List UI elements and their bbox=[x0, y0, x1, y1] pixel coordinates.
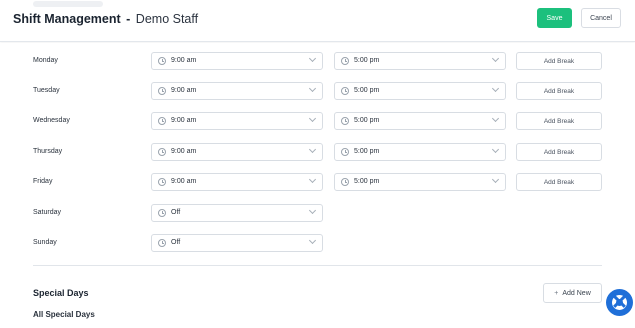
schedule-row-saturday: Saturday Off bbox=[0, 204, 635, 224]
start-time-select[interactable]: 9:00 am bbox=[151, 173, 323, 191]
start-time-value: 9:00 am bbox=[171, 117, 197, 124]
schedule-row-friday: Friday 9:00 am 5:00 pm Add Break bbox=[0, 173, 635, 193]
start-time-select[interactable]: 9:00 am bbox=[151, 143, 323, 161]
start-time-select[interactable]: 9:00 am bbox=[151, 52, 323, 70]
start-time-value: Off bbox=[171, 209, 181, 216]
day-label: Friday bbox=[33, 178, 53, 185]
start-time-select[interactable]: 9:00 am bbox=[151, 112, 323, 130]
schedule-row-wednesday: Wednesday 9:00 am 5:00 pm Add Break bbox=[0, 112, 635, 132]
end-time-value: 5:00 pm bbox=[354, 87, 380, 94]
schedule-row-sunday: Sunday Off bbox=[0, 234, 635, 254]
end-time-select[interactable]: 5:00 pm bbox=[334, 82, 506, 100]
plus-icon: + bbox=[554, 289, 559, 297]
end-time-value: 5:00 pm bbox=[354, 178, 380, 185]
chevron-down-icon bbox=[308, 84, 317, 93]
chevron-down-icon bbox=[308, 54, 317, 63]
chevron-down-icon bbox=[308, 236, 317, 245]
end-time-select[interactable]: 5:00 pm bbox=[334, 112, 506, 130]
day-label: Sunday bbox=[33, 239, 57, 246]
clock-icon bbox=[158, 117, 166, 125]
chevron-down-icon bbox=[308, 145, 317, 154]
clock-icon bbox=[158, 87, 166, 95]
chevron-down-icon bbox=[308, 175, 317, 184]
clock-icon bbox=[158, 239, 166, 247]
shift-form: Monday 9:00 am 5:00 pm Add Break Tuesday… bbox=[0, 43, 635, 328]
add-break-button[interactable]: Add Break bbox=[516, 82, 602, 100]
add-break-button[interactable]: Add Break bbox=[516, 52, 602, 70]
faded-breadcrumb bbox=[33, 1, 103, 7]
clock-icon bbox=[158, 209, 166, 217]
clock-icon bbox=[341, 57, 349, 65]
save-button[interactable]: Save bbox=[537, 8, 572, 28]
add-break-button[interactable]: Add Break bbox=[516, 173, 602, 191]
end-time-select[interactable]: 5:00 pm bbox=[334, 143, 506, 161]
chevron-down-icon bbox=[308, 114, 317, 123]
clock-icon bbox=[341, 117, 349, 125]
lifebuoy-icon bbox=[612, 295, 627, 310]
clock-icon bbox=[158, 148, 166, 156]
page-title-main: Shift Management bbox=[13, 12, 121, 26]
add-break-button[interactable]: Add Break bbox=[516, 112, 602, 130]
schedule-row-monday: Monday 9:00 am 5:00 pm Add Break bbox=[0, 52, 635, 72]
clock-icon bbox=[158, 178, 166, 186]
chevron-down-icon bbox=[491, 84, 500, 93]
day-label: Wednesday bbox=[33, 117, 70, 124]
schedule-row-thursday: Thursday 9:00 am 5:00 pm Add Break bbox=[0, 143, 635, 163]
add-special-day-button[interactable]: + Add New bbox=[543, 283, 602, 303]
help-button[interactable] bbox=[606, 289, 633, 316]
add-break-button[interactable]: Add Break bbox=[516, 143, 602, 161]
start-time-select[interactable]: Off bbox=[151, 204, 323, 222]
top-bar: Shift Management - Demo Staff Save Cance… bbox=[0, 0, 635, 42]
chevron-down-icon bbox=[491, 114, 500, 123]
day-label: Tuesday bbox=[33, 87, 60, 94]
section-divider bbox=[33, 265, 602, 266]
day-label: Thursday bbox=[33, 148, 63, 155]
day-label: Monday bbox=[33, 57, 58, 64]
schedule-row-tuesday: Tuesday 9:00 am 5:00 pm Add Break bbox=[0, 82, 635, 102]
start-time-select[interactable]: Off bbox=[151, 234, 323, 252]
clock-icon bbox=[341, 178, 349, 186]
start-time-value: 9:00 am bbox=[171, 178, 197, 185]
start-time-select[interactable]: 9:00 am bbox=[151, 82, 323, 100]
chevron-down-icon bbox=[491, 54, 500, 63]
end-time-select[interactable]: 5:00 pm bbox=[334, 173, 506, 191]
end-time-value: 5:00 pm bbox=[354, 117, 380, 124]
chevron-down-icon bbox=[308, 206, 317, 215]
end-time-select[interactable]: 5:00 pm bbox=[334, 52, 506, 70]
start-time-value: 9:00 am bbox=[171, 57, 197, 64]
chevron-down-icon bbox=[491, 175, 500, 184]
page-title: Shift Management - Demo Staff bbox=[13, 12, 198, 26]
clock-icon bbox=[158, 57, 166, 65]
page-title-separator: - bbox=[126, 12, 131, 26]
clock-icon bbox=[341, 148, 349, 156]
clock-icon bbox=[341, 87, 349, 95]
page-title-staff-name: Demo Staff bbox=[135, 12, 199, 26]
end-time-value: 5:00 pm bbox=[354, 148, 380, 155]
special-days-heading: Special Days bbox=[33, 288, 89, 298]
end-time-value: 5:00 pm bbox=[354, 57, 380, 64]
add-new-label: Add New bbox=[562, 289, 591, 297]
cancel-button[interactable]: Cancel bbox=[581, 8, 621, 28]
start-time-value: Off bbox=[171, 239, 181, 246]
start-time-value: 9:00 am bbox=[171, 148, 197, 155]
chevron-down-icon bbox=[491, 145, 500, 154]
start-time-value: 9:00 am bbox=[171, 87, 197, 94]
day-label: Saturday bbox=[33, 209, 62, 216]
all-special-days-heading: All Special Days bbox=[33, 310, 95, 319]
